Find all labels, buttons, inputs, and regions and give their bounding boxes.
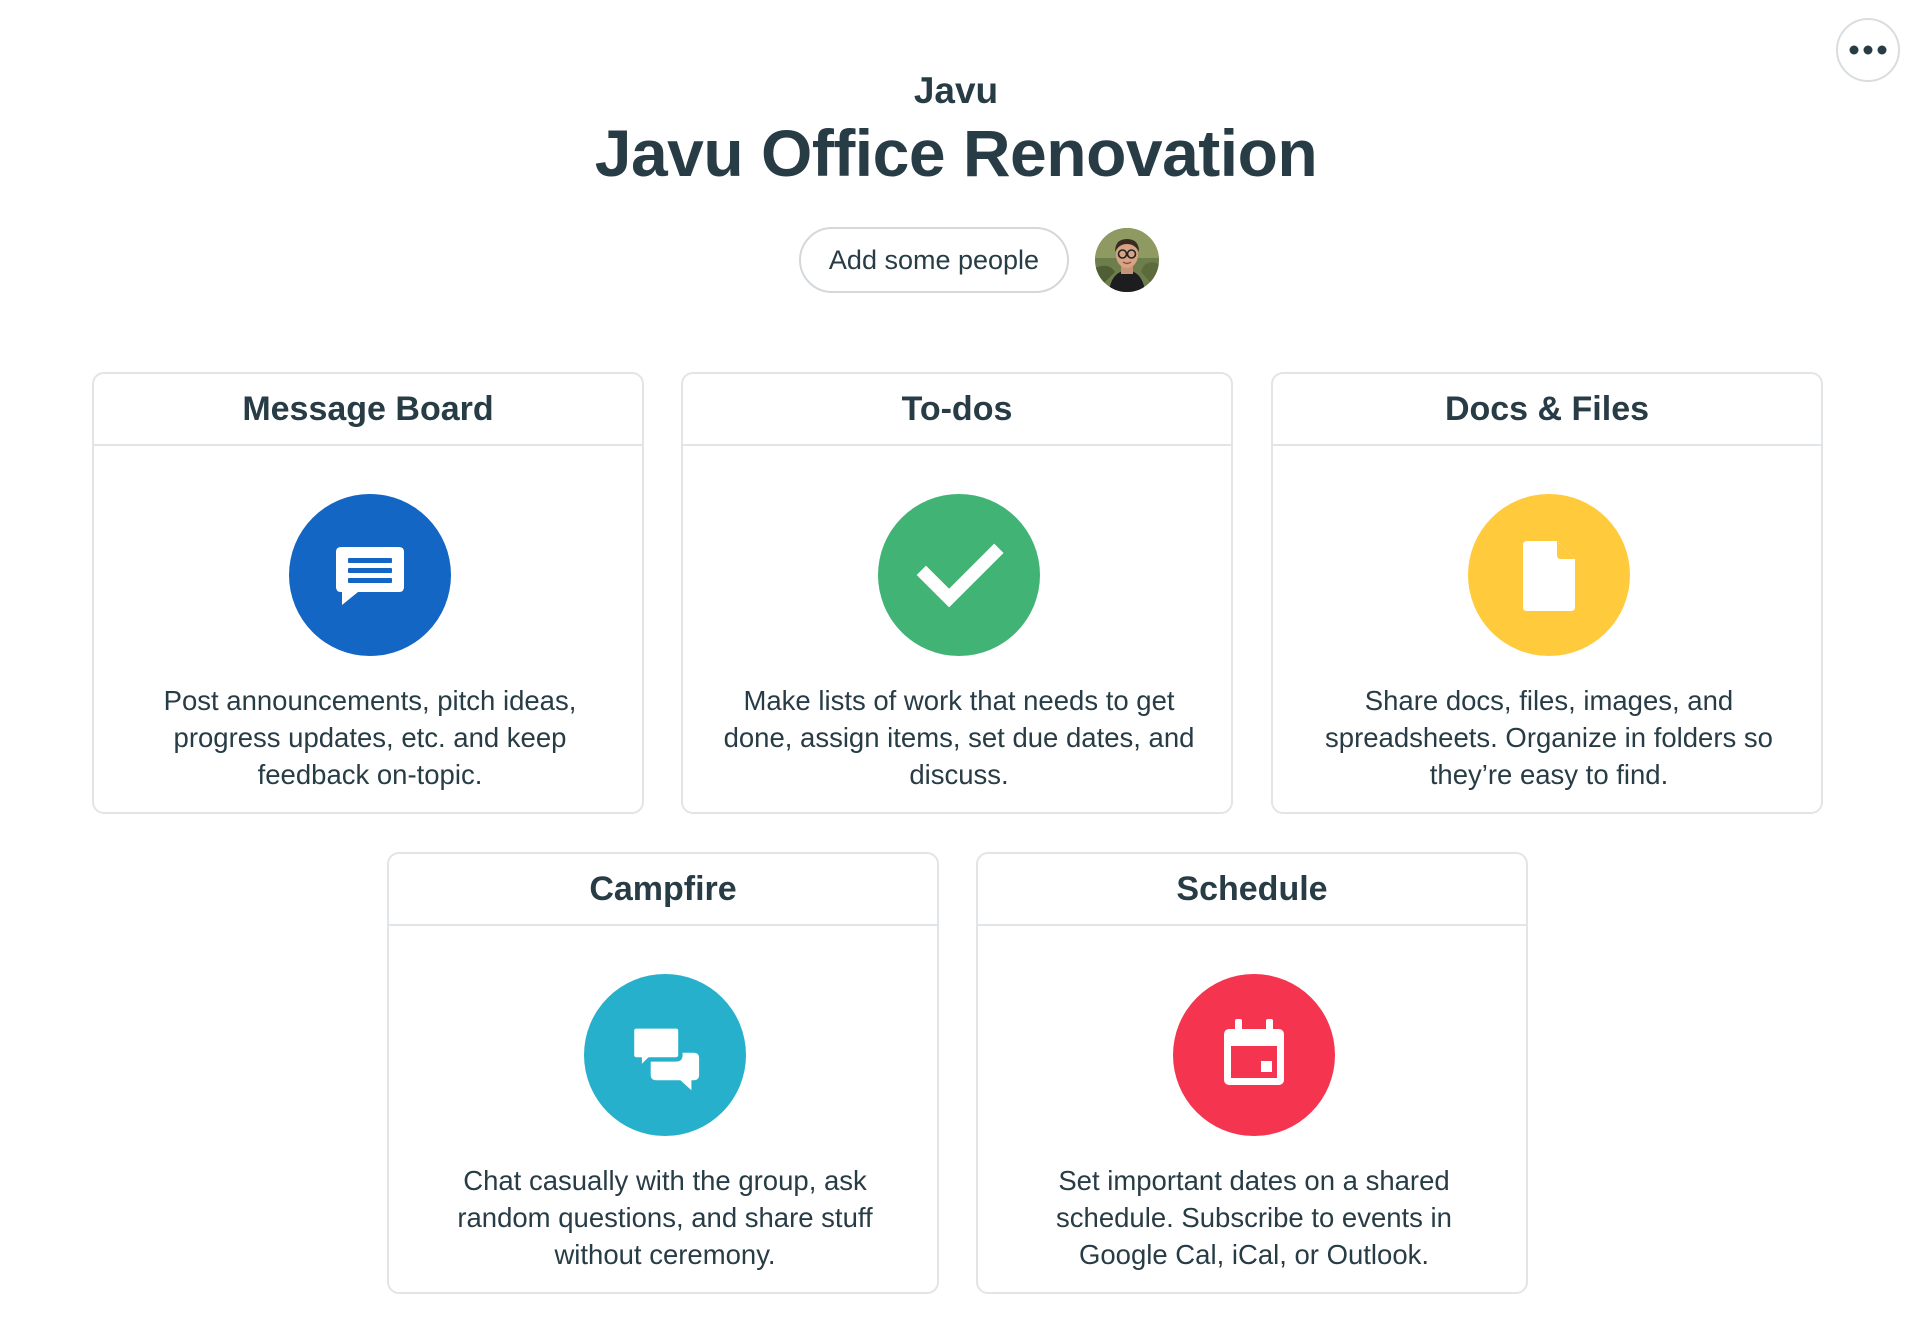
docs-files-card[interactable]: Docs & Files Share docs, files, images, … bbox=[1271, 372, 1823, 814]
card-description: Set important dates on a shared schedule… bbox=[1056, 1165, 1452, 1270]
user-avatar[interactable] bbox=[1095, 228, 1160, 292]
chat-bubbles-icon bbox=[584, 974, 746, 1136]
todos-card[interactable]: To-dos Make lists of work that needs to … bbox=[681, 372, 1233, 814]
project-title: Javu Office Renovation bbox=[594, 116, 1318, 190]
card-description: Post announcements, pitch ideas, progres… bbox=[163, 685, 577, 790]
message-board-icon bbox=[289, 494, 451, 656]
schedule-card[interactable]: Schedule Set important dates on a shared… bbox=[976, 852, 1528, 1294]
card-title: Campfire bbox=[389, 854, 937, 926]
card-title: Schedule bbox=[978, 854, 1526, 926]
card-description: Chat casually with the group, ask random… bbox=[457, 1165, 873, 1270]
people-row: Add some people bbox=[0, 227, 1912, 293]
campfire-card[interactable]: Campfire Chat casually with the group, a… bbox=[387, 852, 939, 1294]
add-people-button[interactable]: Add some people bbox=[798, 227, 1070, 293]
card-description: Make lists of work that needs to get don… bbox=[723, 685, 1195, 790]
card-title: To-dos bbox=[683, 374, 1231, 446]
message-board-card[interactable]: Message Board Post announcements, pitch … bbox=[92, 372, 644, 814]
project-page: Javu Javu Office Renovation Add some peo… bbox=[0, 0, 1912, 1328]
card-title: Message Board bbox=[94, 374, 642, 446]
card-title: Docs & Files bbox=[1273, 374, 1821, 446]
ellipsis-icon bbox=[1849, 45, 1887, 55]
calendar-icon bbox=[1173, 974, 1335, 1136]
account-name: Javu bbox=[913, 70, 999, 111]
checkmark-icon bbox=[878, 494, 1040, 656]
card-description: Share docs, files, images, and spreadshe… bbox=[1325, 685, 1773, 790]
document-icon bbox=[1468, 494, 1630, 656]
